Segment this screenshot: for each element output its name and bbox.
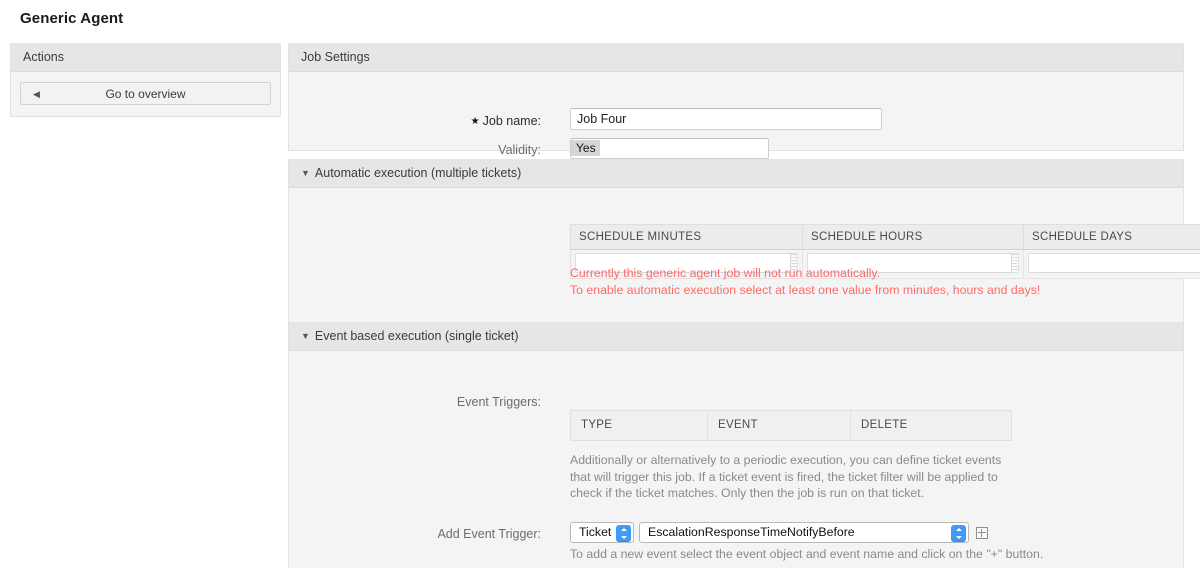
go-to-overview-button[interactable]: ◀ Go to overview (20, 82, 271, 105)
schedule-col-hours: SCHEDULE HOURS (802, 224, 1024, 250)
generic-agent-page: Generic Agent Actions ◀ Go to overview J… (0, 0, 1200, 568)
schedule-cell-days (1023, 249, 1200, 279)
event-triggers-header-row: TYPE EVENT DELETE (570, 410, 1012, 441)
chevron-down-icon[interactable]: ▼ (301, 322, 310, 351)
event-execution-header-label: Event based execution (single ticket) (314, 329, 519, 343)
warning-line-2: To enable automatic execution select at … (570, 282, 1041, 297)
job-settings-widget: Job Settings ★Job name: Validity: Yes (288, 43, 1184, 159)
job-name-label-text: Job name: (482, 114, 541, 128)
go-to-overview-label: Go to overview (105, 87, 186, 101)
event-triggers-table: TYPE EVENT DELETE (570, 410, 1012, 441)
automatic-execution-header-label: Automatic execution (multiple tickets) (314, 166, 522, 180)
job-settings-header: Job Settings (289, 43, 1183, 72)
trigger-col-type: TYPE (570, 410, 708, 441)
job-name-label: ★ Job name: (289, 114, 541, 128)
schedule-col-days: SCHEDULE DAYS (1023, 224, 1200, 250)
schedule-days-select[interactable] (1037, 253, 1200, 273)
validity-option-yes[interactable]: Yes (571, 140, 600, 156)
event-object-select[interactable]: Ticket (570, 522, 634, 543)
event-object-select-value: Ticket (579, 525, 612, 539)
job-name-input[interactable] (570, 108, 882, 130)
event-name-select-value: EscalationResponseTimeNotifyBefore (648, 525, 855, 539)
actions-header: Actions (11, 43, 280, 72)
automatic-execution-body: SCHEDULE MINUTES SCHEDULE HOURS SCHEDULE… (289, 188, 1200, 333)
job-settings-body: ★Job name: Validity: Yes (289, 72, 1183, 159)
automatic-execution-header[interactable]: ▼ Automatic execution (multiple tickets) (289, 159, 1183, 188)
validity-select[interactable]: Yes (570, 138, 769, 159)
add-event-trigger-label: Add Event Trigger: (437, 527, 541, 541)
event-name-select[interactable]: EscalationResponseTimeNotifyBefore (639, 522, 969, 543)
schedule-col-minutes: SCHEDULE MINUTES (570, 224, 803, 250)
actions-body: ◀ Go to overview (11, 72, 280, 116)
schedule-header-row: SCHEDULE MINUTES SCHEDULE HOURS SCHEDULE… (570, 224, 1200, 250)
event-execution-widget: ▼ Event based execution (single ticket) E… (288, 322, 1184, 568)
trigger-col-delete: DELETE (850, 410, 1012, 441)
event-triggers-label: Event Triggers: (456, 395, 541, 409)
chevron-down-icon[interactable]: ▼ (301, 159, 310, 188)
trigger-col-event: EVENT (707, 410, 851, 441)
validity-label: Validity: (498, 143, 541, 157)
back-arrow-icon: ◀ (33, 89, 40, 99)
event-triggers-table-wrapper: TYPE EVENT DELETE (570, 410, 1012, 441)
add-event-trigger-plus-icon[interactable] (976, 527, 988, 539)
actions-sidebar: Actions ◀ Go to overview (10, 43, 281, 117)
event-triggers-help-text: Additionally or alternatively to a perio… (570, 453, 1002, 500)
event-object-select-stepper-icon[interactable] (616, 525, 631, 542)
automatic-execution-warning: Currently this generic agent job will no… (570, 265, 1040, 298)
add-event-trigger-hint: To add a new event select the event obje… (570, 547, 1044, 561)
page-title: Generic Agent (20, 10, 124, 27)
required-star-icon: ★ (470, 116, 480, 127)
warning-line-1: Currently this generic agent job will no… (570, 266, 881, 280)
event-name-select-stepper-icon[interactable] (951, 525, 966, 542)
event-execution-header[interactable]: ▼ Event based execution (single ticket) (289, 322, 1183, 351)
automatic-execution-widget: ▼ Automatic execution (multiple tickets) … (288, 159, 1200, 334)
event-execution-body: Event Triggers: TYPE EVENT DELETE Additi… (289, 351, 1183, 568)
